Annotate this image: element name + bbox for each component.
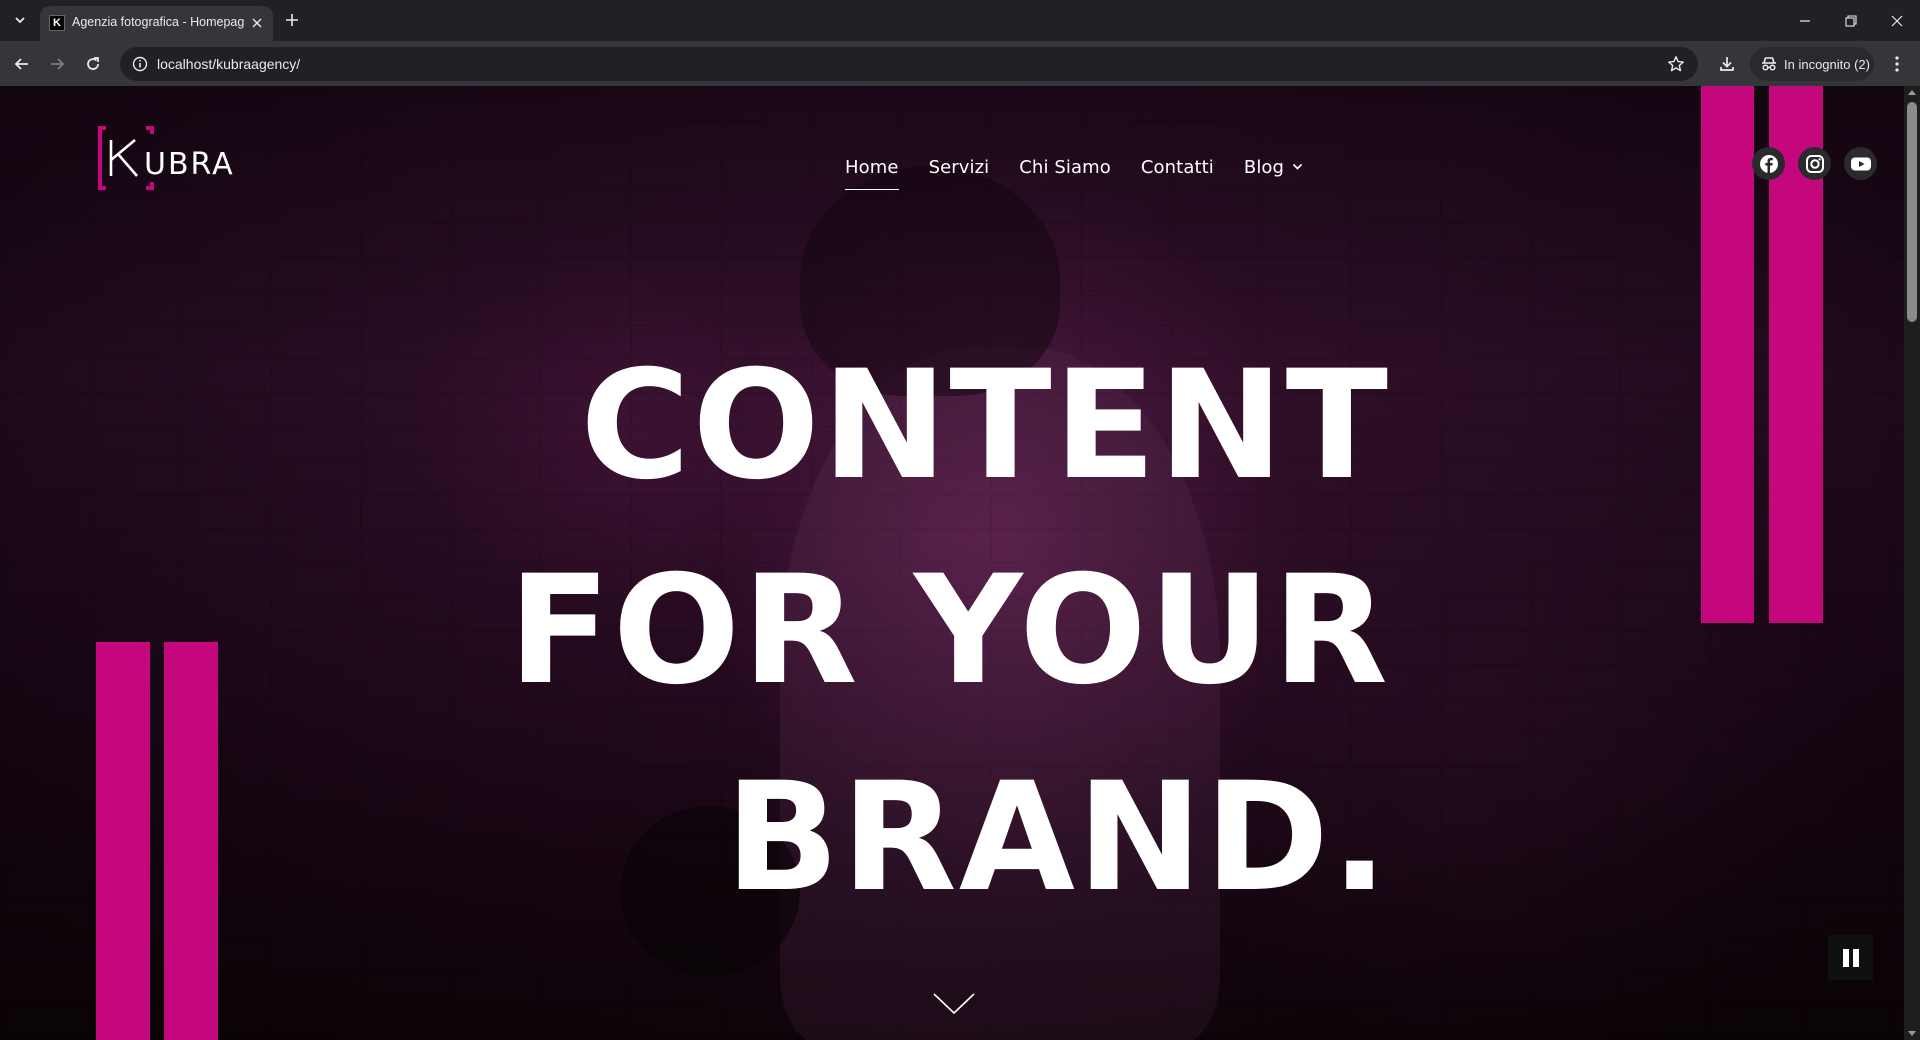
- scrollbar-thumb[interactable]: [1907, 102, 1917, 322]
- nav-link-contatti[interactable]: Contatti: [1141, 157, 1214, 178]
- site-logo[interactable]: UBRA: [98, 126, 278, 190]
- pause-icon: [1842, 948, 1859, 967]
- nav-link-chi-siamo[interactable]: Chi Siamo: [1019, 157, 1111, 178]
- instagram-icon: [1805, 154, 1824, 173]
- minimize-button[interactable]: [1782, 0, 1828, 41]
- video-pause-button[interactable]: [1828, 935, 1873, 980]
- bookmark-button[interactable]: [1666, 54, 1686, 74]
- back-button[interactable]: [7, 49, 37, 79]
- site-info-button[interactable]: [130, 54, 150, 74]
- hero-headline-line-1: CONTENT: [580, 339, 1390, 513]
- url-text[interactable]: localhost/kubraagency/: [157, 56, 300, 72]
- new-tab-button[interactable]: [280, 8, 304, 32]
- facebook-link[interactable]: [1752, 147, 1785, 180]
- close-icon: [1891, 15, 1903, 26]
- info-icon: [132, 56, 148, 72]
- reload-icon: [87, 57, 99, 70]
- page-scrollbar[interactable]: [1904, 86, 1920, 1040]
- chevron-down-icon: [15, 17, 25, 24]
- hero-headline-line-2: FOR YOUR: [508, 544, 1390, 718]
- minimize-icon: [1800, 19, 1810, 22]
- scrollbar-down-arrow[interactable]: [1908, 1031, 1916, 1036]
- close-icon: [252, 18, 262, 28]
- scroll-down-button[interactable]: [932, 991, 976, 1017]
- nav-link-blog[interactable]: Blog: [1244, 157, 1303, 178]
- incognito-indicator[interactable]: In incognito (2): [1750, 47, 1874, 81]
- accent-bar-top-right-1: [1701, 86, 1754, 623]
- plus-icon: [286, 14, 298, 26]
- scrollbar-up-arrow[interactable]: [1908, 90, 1916, 95]
- nav-link-home[interactable]: Home: [845, 156, 899, 190]
- site-main-nav: Home Servizi Chi Siamo Contatti Blog: [845, 152, 1303, 190]
- forward-button[interactable]: [42, 49, 72, 79]
- tab-title: Agenzia fotografica - Homepage: [72, 15, 244, 29]
- browser-tab[interactable]: K Agenzia fotografica - Homepage: [40, 6, 273, 41]
- browser-menu-button[interactable]: [1882, 49, 1912, 79]
- nav-link-label: Servizi: [928, 156, 990, 178]
- youtube-icon: [1850, 157, 1871, 170]
- instagram-link[interactable]: [1798, 147, 1831, 180]
- restore-button[interactable]: [1828, 0, 1874, 41]
- youtube-link[interactable]: [1844, 147, 1877, 180]
- chevron-down-icon: [933, 993, 975, 1015]
- nav-link-label: Chi Siamo: [1019, 156, 1111, 178]
- page-viewport: UBRA Home Servizi Chi Siamo Contatti Blo…: [0, 86, 1920, 1040]
- downloads-button[interactable]: [1712, 49, 1742, 79]
- nav-link-label: Blog: [1243, 156, 1285, 178]
- arrow-left-icon: [14, 58, 28, 70]
- accent-bar-bottom-left-2: [164, 642, 218, 1040]
- restore-icon: [1845, 14, 1857, 27]
- arrow-right-icon: [51, 58, 65, 70]
- tab-search-button[interactable]: [8, 8, 32, 32]
- nav-link-label: Contatti: [1140, 156, 1214, 178]
- nav-link-servizi[interactable]: Servizi: [929, 157, 990, 178]
- nav-link-label: Home: [845, 156, 899, 178]
- browser-tab-bar: K Agenzia fotografica - Homepage: [0, 0, 1920, 41]
- tab-close-button[interactable]: [248, 14, 266, 32]
- incognito-icon: [1762, 57, 1776, 71]
- accent-bar-bottom-left-1: [96, 642, 150, 1040]
- download-icon: [1720, 57, 1734, 71]
- incognito-label: In incognito (2): [1784, 56, 1870, 72]
- site-logo-wordmark: UBRA: [144, 147, 235, 182]
- close-window-button[interactable]: [1874, 0, 1920, 41]
- address-bar[interactable]: localhost/kubraagency/: [120, 47, 1698, 81]
- facebook-icon: [1759, 154, 1778, 173]
- browser-toolbar: localhost/kubraagency/ In incognito (2): [0, 41, 1920, 86]
- tab-favicon: K: [49, 15, 65, 31]
- chevron-down-icon: [1292, 163, 1303, 170]
- social-links: [1752, 147, 1877, 180]
- hero-headline: CONTENT FOR YOUR BRAND.: [508, 339, 1390, 991]
- kebab-menu-icon: [1895, 56, 1899, 72]
- hero-headline-line-3: BRAND.: [725, 751, 1390, 925]
- reload-button[interactable]: [78, 49, 108, 79]
- star-icon: [1668, 56, 1684, 72]
